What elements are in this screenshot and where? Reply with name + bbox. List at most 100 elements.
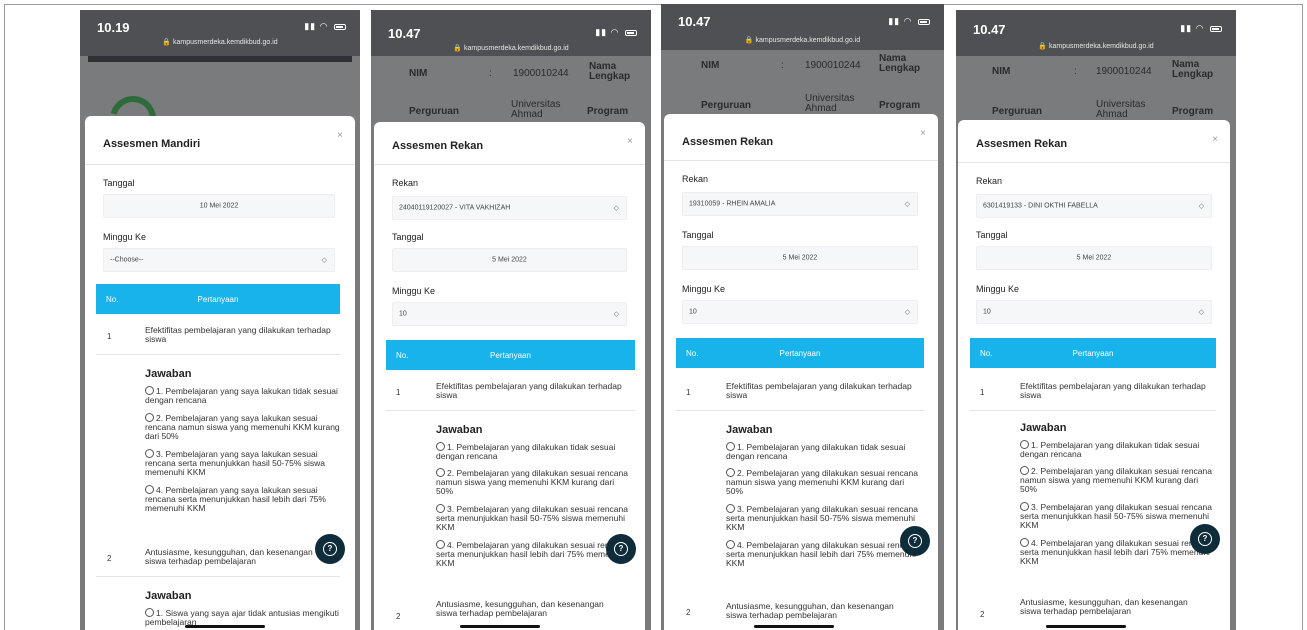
help-button[interactable]: ? — [1190, 524, 1220, 554]
nim-label: NIM — [992, 66, 1011, 77]
tanggal-value: 5 Mei 2022 — [1076, 254, 1112, 262]
background-header-bar — [88, 56, 352, 62]
bg-program: Program — [587, 106, 628, 117]
close-icon[interactable]: × — [337, 130, 343, 141]
url-bar[interactable]: 🔒 kampusmerdeka.kemdikbud.go.id — [371, 44, 651, 52]
perguruan-label: Perguruan — [409, 106, 460, 117]
answer-option-1[interactable]: 1. Pembelajaran yang saya lakukan tidak … — [145, 386, 341, 405]
radio-button[interactable] — [145, 608, 154, 617]
bg-nama-lengkap: Nama Lengkap — [589, 62, 630, 82]
answer-option-3[interactable]: 3. Pembelajaran yang dilakukan sesuai re… — [1020, 502, 1216, 530]
radio-button[interactable] — [1020, 440, 1029, 449]
answer-option-4[interactable]: 4. Pembelajaran yang saya lakukan sesuai… — [145, 485, 341, 513]
status-bar: 10.47 🔒 kampusmerdeka.kemdikbud.go.id ▮▮… — [371, 10, 651, 56]
answer-option-label: 3. Pembelajaran yang dilakukan sesuai re… — [1020, 502, 1212, 530]
answer-option-4[interactable]: 4. Pembelajaran yang dilakukan sesuai re… — [436, 540, 632, 568]
tanggal-field[interactable]: 5 Mei 2022 — [682, 246, 918, 270]
url-bar[interactable]: 🔒 kampusmerdeka.kemdikbud.go.id — [80, 38, 360, 46]
home-indicator — [1046, 625, 1126, 628]
radio-button[interactable] — [436, 468, 445, 477]
radio-button[interactable] — [726, 504, 735, 513]
tanggal-label: Tanggal — [103, 178, 135, 188]
bg-nim-value: 1900010244 — [1096, 66, 1152, 77]
radio-button[interactable] — [1020, 466, 1029, 475]
question-number: 1 — [107, 332, 112, 341]
radio-button[interactable] — [145, 413, 154, 422]
answer-option-3[interactable]: 3. Pembelajaran yang saya lakukan sesuai… — [145, 449, 341, 477]
radio-button[interactable] — [436, 540, 445, 549]
help-button[interactable]: ? — [900, 526, 930, 556]
jawaban-heading: Jawaban — [1020, 422, 1067, 434]
question-number: 2 — [686, 608, 691, 617]
rekan-select[interactable]: 24040119120027 - VITA VAKHIZAH ◇ — [392, 196, 627, 220]
assessment-modal: × Assesmen Rekan Rekan 19310059 - RHEIN … — [664, 114, 938, 630]
radio-button[interactable] — [726, 468, 735, 477]
modal-divider — [958, 162, 1230, 163]
answer-option-1[interactable]: 1. Pembelajaran yang dilakukan tidak ses… — [1020, 440, 1216, 459]
close-icon[interactable]: × — [920, 128, 926, 139]
lengkap-label: Lengkap — [1172, 69, 1214, 80]
radio-button[interactable] — [436, 504, 445, 513]
status-bar: 10.47 🔒 kampusmerdeka.kemdikbud.go.id ▮▮… — [661, 4, 944, 50]
radio-button[interactable] — [436, 442, 445, 451]
help-button[interactable]: ? — [606, 534, 636, 564]
close-icon[interactable]: × — [627, 136, 633, 147]
url-bar[interactable]: 🔒 kampusmerdeka.kemdikbud.go.id — [956, 42, 1236, 50]
rekan-label: Rekan — [392, 178, 419, 188]
close-icon[interactable]: × — [1212, 134, 1218, 145]
phone-screenshot-3: 10.47 🔒 kampusmerdeka.kemdikbud.go.id ▮▮… — [661, 4, 944, 630]
tanggal-field[interactable]: 5 Mei 2022 — [392, 248, 627, 272]
tanggal-label: Tanggal — [976, 230, 1008, 240]
answer-option-label: 4. Pembelajaran yang dilakukan sesuai re… — [1020, 538, 1212, 566]
tanggal-field[interactable]: 10 Mei 2022 — [103, 194, 335, 218]
answer-option-4[interactable]: 4. Pembelajaran yang dilakukan sesuai re… — [1020, 538, 1216, 566]
url-bar[interactable]: 🔒 kampusmerdeka.kemdikbud.go.id — [661, 36, 944, 44]
answer-option-3[interactable]: 3. Pembelajaran yang dilakukan sesuai re… — [436, 504, 632, 532]
bg-nim-row: NIM — [409, 68, 427, 79]
minggu-ke-value: 10 — [689, 308, 697, 316]
bg-perguruan: Perguruan — [409, 106, 459, 117]
minggu-ke-select[interactable]: 10 ◇ — [976, 300, 1212, 324]
assessment-modal: × Assesmen Mandiri Tanggal 10 Mei 2022 M… — [85, 116, 355, 630]
rekan-value: 6301419133 - DINI OKTHI FABELLA — [983, 202, 1098, 210]
radio-button[interactable] — [1020, 538, 1029, 547]
question-number: 1 — [686, 388, 691, 397]
answer-option-3[interactable]: 3. Pembelajaran yang dilakukan sesuai re… — [726, 504, 922, 532]
bg-nama-lengkap: Nama Lengkap — [879, 54, 920, 74]
radio-button[interactable] — [145, 485, 154, 494]
answer-option-2[interactable]: 2. Pembelajaran yang dilakukan sesuai re… — [726, 468, 922, 496]
answer-option-1[interactable]: 1. Pembelajaran yang dilakukan tidak ses… — [436, 442, 632, 461]
rekan-select[interactable]: 6301419133 - DINI OKTHI FABELLA ◇ — [976, 194, 1212, 218]
answer-option-4[interactable]: 4. Pembelajaran yang dilakukan sesuai re… — [726, 540, 922, 568]
radio-button[interactable] — [145, 386, 154, 395]
answer-option-1[interactable]: 1. Pembelajaran yang dilakukan tidak ses… — [726, 442, 922, 461]
minggu-ke-select[interactable]: 10 ◇ — [682, 300, 918, 324]
status-time: 10.47 — [973, 22, 1006, 37]
radio-button[interactable] — [145, 449, 154, 458]
select-caret-icon: ◇ — [1198, 203, 1204, 210]
minggu-ke-select[interactable]: --Choose-- ◇ — [103, 248, 335, 272]
radio-button[interactable] — [1020, 502, 1029, 511]
bg-nim-value: 1900010244 — [513, 68, 569, 79]
answer-option-2[interactable]: 2. Pembelajaran yang dilakukan sesuai re… — [1020, 466, 1216, 494]
answer-option-label: 4. Pembelajaran yang saya lakukan sesuai… — [145, 485, 326, 513]
tanggal-value: 5 Mei 2022 — [492, 256, 527, 264]
bg-nama-lengkap: Nama Lengkap — [1172, 60, 1213, 80]
column-pertanyaan: Pertanyaan — [1072, 349, 1114, 358]
answer-option-2[interactable]: 2. Pembelajaran yang saya lakukan sesuai… — [145, 413, 341, 441]
help-icon: ? — [323, 542, 337, 556]
minggu-ke-select[interactable]: 10 ◇ — [392, 302, 627, 326]
url-text: kampusmerdeka.kemdikbud.go.id — [464, 45, 569, 52]
jawaban-heading: Jawaban — [436, 424, 483, 436]
tanggal-field[interactable]: 5 Mei 2022 — [976, 246, 1212, 270]
modal-title: Assesmen Rekan — [682, 136, 774, 148]
answer-option-2[interactable]: 2. Pembelajaran yang dilakukan sesuai re… — [436, 468, 632, 496]
radio-button[interactable] — [726, 540, 735, 549]
bg-universitas: Universitas Ahmad — [1096, 100, 1145, 120]
rekan-select[interactable]: 19310059 - RHEIN AMALIA ◇ — [682, 192, 918, 216]
help-button[interactable]: ? — [315, 534, 345, 564]
answer-option-label: 1. Pembelajaran yang dilakukan tidak ses… — [726, 442, 906, 461]
radio-button[interactable] — [726, 442, 735, 451]
modal-title: Assesmen Rekan — [976, 138, 1068, 150]
jawaban-heading: Jawaban — [145, 368, 192, 380]
